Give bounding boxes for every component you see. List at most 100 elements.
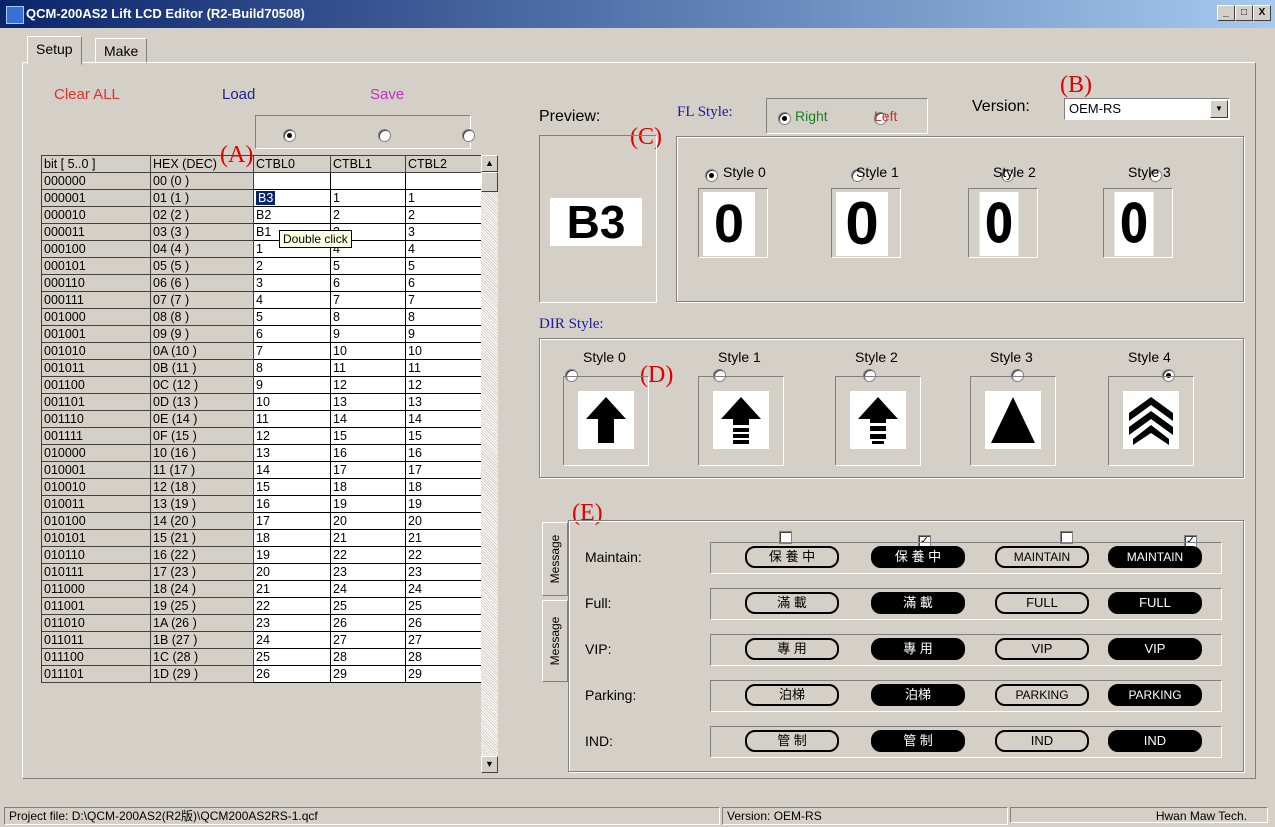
cell-ctbl1[interactable]: 5 [330, 257, 406, 275]
cell-ctbl0[interactable]: 9 [253, 376, 331, 394]
cell-ctbl1[interactable]: 19 [330, 495, 406, 513]
cell-ctbl0[interactable]: 6 [253, 325, 331, 343]
chevron-down-icon[interactable]: ▼ [1210, 100, 1228, 118]
scroll-thumb[interactable] [481, 172, 498, 192]
cell-ctbl2[interactable]: 25 [405, 597, 485, 615]
cell-ctbl0[interactable]: 14 [253, 461, 331, 479]
cell-ctbl1[interactable]: 28 [330, 648, 406, 666]
fl-style-radio-0[interactable] [705, 169, 718, 183]
message-tab-2[interactable]: Message [542, 600, 568, 682]
cell-ctbl1[interactable]: 23 [330, 563, 406, 581]
cell-ctbl2[interactable]: 7 [405, 291, 485, 309]
cell-ctbl2[interactable]: 24 [405, 580, 485, 598]
cell-ctbl2[interactable]: 16 [405, 444, 485, 462]
cell-ctbl1[interactable]: 26 [330, 614, 406, 632]
cell-ctbl1[interactable]: 21 [330, 529, 406, 547]
message-cell[interactable]: 滿 載 [871, 592, 965, 614]
message-cell[interactable]: FULL [1108, 592, 1202, 614]
cell-ctbl2[interactable]: 27 [405, 631, 485, 649]
cell-ctbl1[interactable]: 17 [330, 461, 406, 479]
cell-ctbl2[interactable]: 14 [405, 410, 485, 428]
cell-ctbl0[interactable]: 12 [253, 427, 331, 445]
cell-ctbl2[interactable]: 6 [405, 274, 485, 292]
cell-ctbl1[interactable]: 10 [330, 342, 406, 360]
tab-setup[interactable]: Setup [27, 36, 82, 65]
cell-ctbl1[interactable]: 15 [330, 427, 406, 445]
cell-ctbl2[interactable]: 10 [405, 342, 485, 360]
cell-ctbl0[interactable]: 15 [253, 478, 331, 496]
cell-ctbl0[interactable]: 7 [253, 342, 331, 360]
cell-ctbl1[interactable]: 1 [330, 189, 406, 207]
version-select[interactable]: OEM-RS ▼ [1064, 98, 1230, 120]
cell-ctbl2[interactable]: 18 [405, 478, 485, 496]
cell-ctbl2[interactable]: 23 [405, 563, 485, 581]
message-cell[interactable]: VIP [995, 638, 1089, 660]
message-tab-1[interactable]: Message [542, 522, 568, 596]
cell-ctbl0[interactable]: 23 [253, 614, 331, 632]
cell-ctbl1[interactable]: 29 [330, 665, 406, 683]
cell-ctbl0[interactable]: 11 [253, 410, 331, 428]
cell-ctbl2[interactable]: 20 [405, 512, 485, 530]
dir-style-preview-3[interactable] [970, 376, 1056, 466]
cell-ctbl2[interactable]: 13 [405, 393, 485, 411]
cell-ctbl2[interactable]: 15 [405, 427, 485, 445]
cell-ctbl0[interactable]: 25 [253, 648, 331, 666]
maximize-button[interactable]: □ [1235, 5, 1253, 21]
message-cell[interactable]: FULL [995, 592, 1089, 614]
message-cell[interactable]: PARKING [1108, 684, 1202, 706]
cell-ctbl0[interactable]: B3 [253, 189, 331, 207]
cell-ctbl0[interactable]: 2 [253, 257, 331, 275]
message-cell[interactable]: 保 養 中 [745, 546, 839, 568]
cell-ctbl0[interactable]: 26 [253, 665, 331, 683]
dir-style-preview-4[interactable] [1108, 376, 1194, 466]
cell-ctbl0[interactable]: 16 [253, 495, 331, 513]
scroll-down-icon[interactable]: ▼ [481, 756, 498, 773]
message-cell[interactable]: 保 養 中 [871, 546, 965, 568]
table-scrollbar[interactable]: ▲ ▼ [481, 155, 498, 773]
cell-ctbl2[interactable]: 28 [405, 648, 485, 666]
column-radio-1[interactable] [377, 129, 391, 143]
fl-style-preview-2[interactable]: 0 [968, 188, 1038, 258]
message-cell[interactable]: MAINTAIN [1108, 546, 1202, 568]
cell-ctbl1[interactable]: 27 [330, 631, 406, 649]
cell-ctbl2[interactable]: 8 [405, 308, 485, 326]
cell-ctbl1[interactable]: 6 [330, 274, 406, 292]
cell-ctbl1[interactable]: 7 [330, 291, 406, 309]
cell-ctbl1[interactable]: 2 [330, 206, 406, 224]
cell-ctbl1[interactable]: 25 [330, 597, 406, 615]
message-cell[interactable]: 專 用 [871, 638, 965, 660]
cell-ctbl0[interactable]: B2 [253, 206, 331, 224]
message-cell[interactable]: 滿 載 [745, 592, 839, 614]
cell-ctbl0[interactable]: 18 [253, 529, 331, 547]
cell-ctbl1[interactable]: 13 [330, 393, 406, 411]
cell-ctbl0[interactable] [253, 172, 331, 190]
cell-ctbl2[interactable]: 12 [405, 376, 485, 394]
cell-ctbl2[interactable]: 11 [405, 359, 485, 377]
cell-ctbl0[interactable]: 21 [253, 580, 331, 598]
cell-ctbl1[interactable]: 16 [330, 444, 406, 462]
fl-style-preview-0[interactable]: 0 [698, 188, 768, 258]
cell-ctbl2[interactable]: 2 [405, 206, 485, 224]
dir-style-preview-1[interactable] [698, 376, 784, 466]
cell-ctbl0[interactable]: 22 [253, 597, 331, 615]
message-cell[interactable]: IND [995, 730, 1089, 752]
message-cell[interactable]: 泊梯 [871, 684, 965, 706]
cell-ctbl1[interactable]: 14 [330, 410, 406, 428]
cell-ctbl2[interactable]: 26 [405, 614, 485, 632]
column-radio-0[interactable] [283, 129, 296, 143]
cell-ctbl0[interactable]: 20 [253, 563, 331, 581]
cell-ctbl2[interactable]: 19 [405, 495, 485, 513]
cell-ctbl1[interactable]: 24 [330, 580, 406, 598]
message-cell[interactable]: VIP [1108, 638, 1202, 660]
load-button[interactable]: Load [222, 86, 255, 103]
message-cell[interactable]: IND [1108, 730, 1202, 752]
cell-ctbl2[interactable]: 17 [405, 461, 485, 479]
cell-ctbl1[interactable]: 12 [330, 376, 406, 394]
cell-ctbl2[interactable]: 4 [405, 240, 485, 258]
cell-ctbl1[interactable]: 11 [330, 359, 406, 377]
cell-ctbl0[interactable]: 24 [253, 631, 331, 649]
cell-ctbl2[interactable]: 29 [405, 665, 485, 683]
cell-ctbl2[interactable]: 1 [405, 189, 485, 207]
message-cell[interactable]: MAINTAIN [995, 546, 1089, 568]
save-button[interactable]: Save [370, 86, 404, 103]
